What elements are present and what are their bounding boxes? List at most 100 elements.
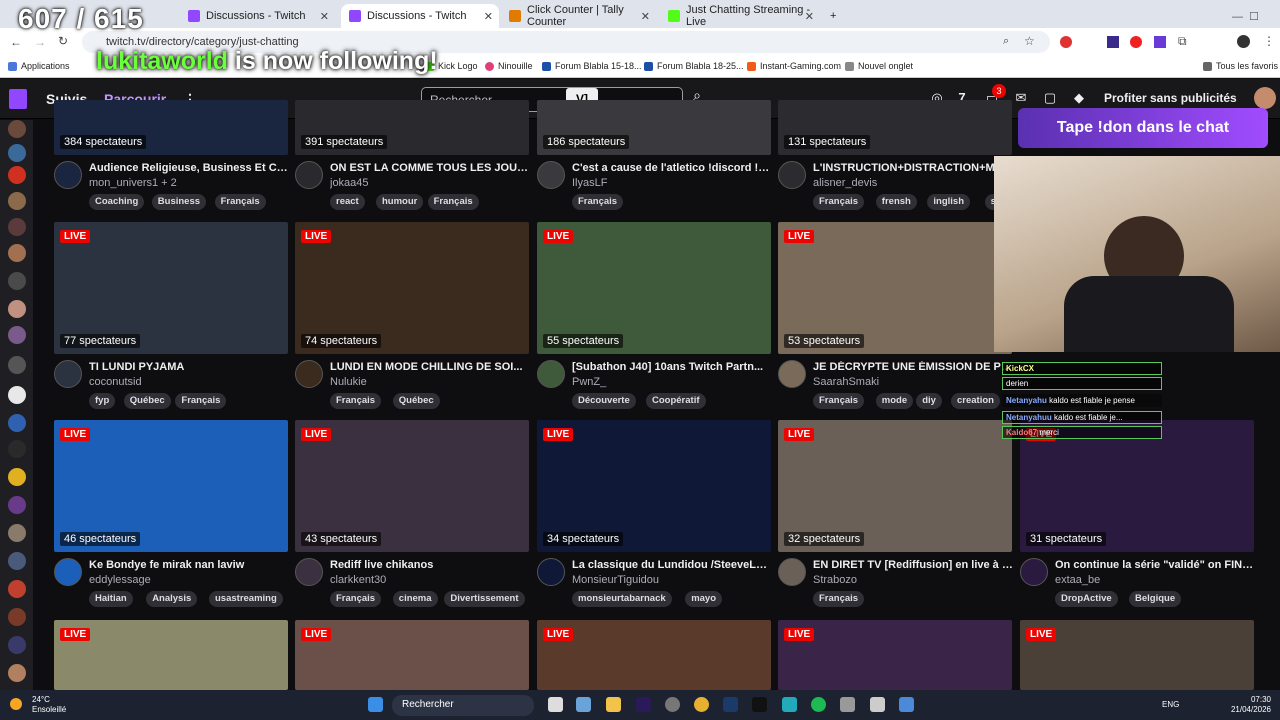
channel-name[interactable]: PwnZ_ [572,376,772,388]
profile-icon[interactable] [1237,35,1250,48]
app-icon[interactable] [870,697,885,712]
stream-title[interactable]: On continue la série "validé" on FINI S.… [1055,559,1255,571]
followed-channel-avatar[interactable] [8,468,26,486]
stream-tag[interactable]: Business [151,194,207,210]
followed-channel-avatar[interactable] [8,608,26,626]
whispers-icon[interactable]: ✉ [1014,91,1028,105]
channel-name[interactable]: eddylessage [89,574,289,586]
stream-thumbnail[interactable]: LIVE 34 spectateurs [537,420,771,552]
channel-avatar[interactable] [778,161,806,189]
stream-tag[interactable]: Haitian [89,591,133,607]
close-tab-icon[interactable]: ✕ [805,10,814,23]
stream-title[interactable]: Ke Bondye fe mirak nan laviw [89,559,289,571]
stream-tag[interactable]: Français [572,194,624,210]
stream-title[interactable]: LUNDI EN MODE CHILLING DE SOI... [330,361,530,373]
stream-tag[interactable]: Belgique [1129,591,1182,607]
bits-icon[interactable]: ◆ [1072,91,1086,105]
stream-tag[interactable]: frensh [875,194,917,210]
close-tab-icon[interactable]: ✕ [484,10,493,23]
stream-tag[interactable]: inglish [927,194,971,210]
settings-gear-icon[interactable] [840,697,855,712]
bookmark-star-icon[interactable]: ☆ [1024,34,1035,48]
system-clock[interactable]: 07:30 21/04/2026 [1199,695,1271,715]
stream-thumbnail[interactable]: LIVE 74 spectateurs [295,222,529,354]
stream-tag[interactable]: Découverte [572,393,636,409]
channel-avatar[interactable] [54,360,82,388]
followed-channel-avatar[interactable] [8,356,26,374]
stream-title[interactable]: EN DIRET TV [Rediffusion] en live à 21..… [813,559,1013,571]
app-icon[interactable] [782,697,797,712]
tiktok-icon[interactable] [752,697,767,712]
channel-avatar[interactable] [1020,558,1048,586]
channel-avatar[interactable] [295,161,323,189]
followed-channel-avatar[interactable] [8,496,26,514]
followed-channel-avatar[interactable] [8,636,26,654]
followed-channel-avatar[interactable] [8,300,26,318]
channel-avatar[interactable] [54,161,82,189]
back-icon[interactable]: ← [10,35,22,49]
chat-icon[interactable]: ▢ [1043,91,1057,105]
extension-icon[interactable] [1107,36,1119,48]
channel-name[interactable]: mon_univers1 + 2 [89,177,289,189]
chrome-icon[interactable] [694,697,709,712]
extensions-puzzle-icon[interactable]: ⧉ [1178,34,1187,49]
extension-icon[interactable] [1130,36,1142,48]
followed-channel-avatar[interactable] [8,552,26,570]
followed-channel-avatar[interactable] [8,326,26,344]
followed-channel-avatar[interactable] [8,524,26,542]
stream-title[interactable]: [Subathon J40] 10ans Twitch Partn... [572,361,772,373]
stream-title[interactable]: Audience Religieuse, Business Et Coa... [89,162,289,174]
channel-name[interactable]: coconutsid [89,376,289,388]
channel-name[interactable]: alisner_devis [813,177,1013,189]
stream-title[interactable]: L'INSTRUCTION+DISTRACTION+MO... [813,162,1013,174]
channel-avatar[interactable] [295,558,323,586]
stream-title[interactable]: C'est a cause de l'atletico !discord !su… [572,162,772,174]
obs-icon[interactable] [665,697,680,712]
bookmark-apps[interactable]: Applications [8,61,70,71]
stream-tag[interactable]: Québec [392,393,440,409]
extension-icon[interactable] [1060,36,1072,48]
menu-kebab-icon[interactable]: ⋮ [1263,34,1275,48]
stream-tag[interactable]: Coaching [89,194,145,210]
bookmark-new-tab[interactable]: Nouvel onglet [845,61,913,71]
channel-avatar[interactable] [537,360,565,388]
channel-name[interactable]: extaa_be [1055,574,1255,586]
channel-name[interactable]: MonsieurTiguidou [572,574,772,586]
stream-thumbnail[interactable]: LIVE [778,620,1012,690]
followed-channel-avatar[interactable] [8,580,26,598]
followed-channel-avatar[interactable] [8,664,26,682]
channel-avatar[interactable] [537,558,565,586]
channel-avatar[interactable] [54,558,82,586]
stream-title[interactable]: Rediff live chikanos [330,559,530,571]
followed-channel-avatar[interactable] [8,218,26,236]
channel-name[interactable]: SaarahSmaki [813,376,1013,388]
stream-tag[interactable]: diy [916,393,942,409]
channel-avatar[interactable] [778,558,806,586]
stream-title[interactable]: TI LUNDI PYJAMA [89,361,289,373]
twitch-logo-icon[interactable] [9,89,27,109]
stream-thumbnail[interactable]: LIVE 43 spectateurs [295,420,529,552]
stream-thumbnail[interactable]: 384 spectateurs [54,100,288,155]
stream-tag[interactable]: Divertissement [444,591,525,607]
avatar[interactable] [1254,87,1276,109]
language-indicator[interactable]: ENG [1162,700,1179,709]
channel-name[interactable]: clarkkent30 [330,574,530,586]
stream-tag[interactable]: DropActive [1055,591,1118,607]
stream-tag[interactable]: cinema [392,591,438,607]
channel-avatar[interactable] [295,360,323,388]
stream-tag[interactable]: mayo [685,591,723,607]
stream-tag[interactable]: Analysis [146,591,198,607]
close-tab-icon[interactable]: ✕ [320,10,329,23]
taskbar-search[interactable]: Rechercher [392,695,534,716]
bookmark-all[interactable]: Tous les favoris [1203,61,1278,71]
stream-thumbnail[interactable]: LIVE 55 spectateurs [537,222,771,354]
stream-tag[interactable]: react [330,194,365,210]
notepad-icon[interactable] [899,697,914,712]
channel-name[interactable]: Nulukie [330,376,530,388]
stream-tag[interactable]: Coopératif [646,393,706,409]
channel-name[interactable]: Strabozo [813,574,1013,586]
stream-thumbnail[interactable]: 186 spectateurs [537,100,771,155]
stream-thumbnail[interactable]: LIVE [537,620,771,690]
followed-channel-avatar[interactable] [8,192,26,210]
tab-just-chatting[interactable]: Just Chatting Streaming - Live ✕ [660,4,820,28]
